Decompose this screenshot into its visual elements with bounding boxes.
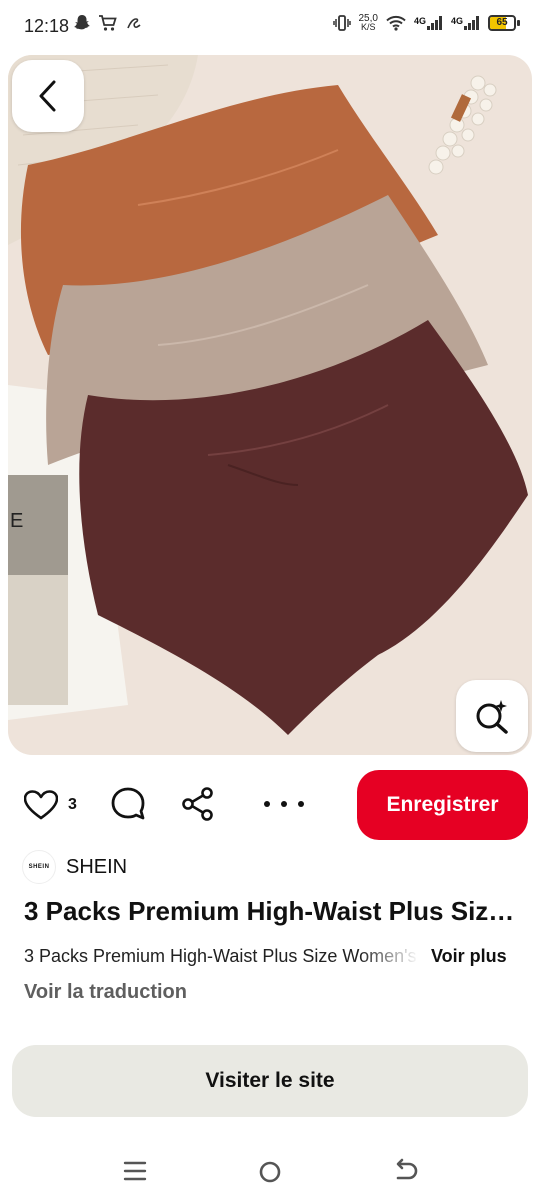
source-row[interactable]: SHEIN SHEIN [22, 850, 127, 884]
like-count: 3 [68, 796, 77, 813]
status-time: 12:18 [24, 16, 70, 36]
pin-description: 3 Packs Premium High-Waist Plus Size Wom… [24, 945, 419, 966]
pin-title: 3 Packs Premium High-Waist Plus Size Wom… [24, 896, 524, 926]
network-speed: 25,0 K/S [359, 14, 378, 32]
more-dot-icon [281, 801, 287, 807]
more-dot-icon [298, 801, 304, 807]
shopping-cart-icon [99, 15, 117, 31]
signal-1: 4G [414, 16, 443, 30]
comment-icon [111, 787, 145, 820]
see-more-link[interactable]: Voir plus [431, 946, 507, 967]
visual-search-button[interactable] [456, 680, 528, 752]
share-icon [182, 787, 213, 821]
chevron-left-icon [39, 80, 56, 112]
app-notification-icon [127, 18, 141, 29]
share-button[interactable] [180, 786, 216, 822]
save-button[interactable]: Enregistrer [357, 770, 528, 840]
more-dot-icon [264, 801, 270, 807]
source-name[interactable]: SHEIN [66, 856, 127, 879]
home-icon[interactable] [256, 1158, 284, 1186]
action-row: 3 Enregistrer [0, 770, 540, 840]
panties-photo: E [8, 55, 532, 755]
pin-image[interactable]: E [8, 55, 532, 755]
like-button[interactable]: 3 [24, 788, 84, 822]
heart-icon [24, 790, 58, 820]
vibrate-icon [332, 15, 351, 31]
status-bar: 12:18 25,0 K/S 4G 4G 65 [0, 0, 540, 54]
battery-level: 65 [496, 17, 508, 28]
description-row: 3 Packs Premium High-Waist Plus Size Wom… [24, 942, 524, 970]
status-right: 25,0 K/S 4G 4G 65 [332, 14, 520, 32]
notification-icons [74, 14, 142, 32]
snapchat-icon [74, 15, 90, 30]
navigation-bar [0, 1140, 540, 1200]
menu-icon[interactable] [120, 1160, 150, 1182]
source-logo: SHEIN [22, 850, 56, 884]
network-type-2: 4G [450, 16, 463, 26]
signal-bars-icon [464, 16, 479, 30]
visual-search-icon [476, 700, 508, 734]
signal-bars-icon [426, 16, 442, 30]
back-icon[interactable] [390, 1158, 420, 1186]
wifi-icon [386, 15, 406, 31]
network-type-1: 4G [413, 16, 426, 26]
more-options-button[interactable] [264, 786, 304, 822]
visit-site-button[interactable]: Visiter le site [12, 1045, 528, 1117]
battery-icon: 65 [488, 15, 520, 31]
network-speed-unit: K/S [360, 22, 376, 32]
signal-2: 4G [451, 16, 480, 30]
back-button[interactable] [12, 60, 84, 132]
svg-text:E: E [10, 510, 23, 532]
comment-button[interactable] [110, 786, 146, 822]
translate-link[interactable]: Voir la traduction [24, 981, 187, 1004]
